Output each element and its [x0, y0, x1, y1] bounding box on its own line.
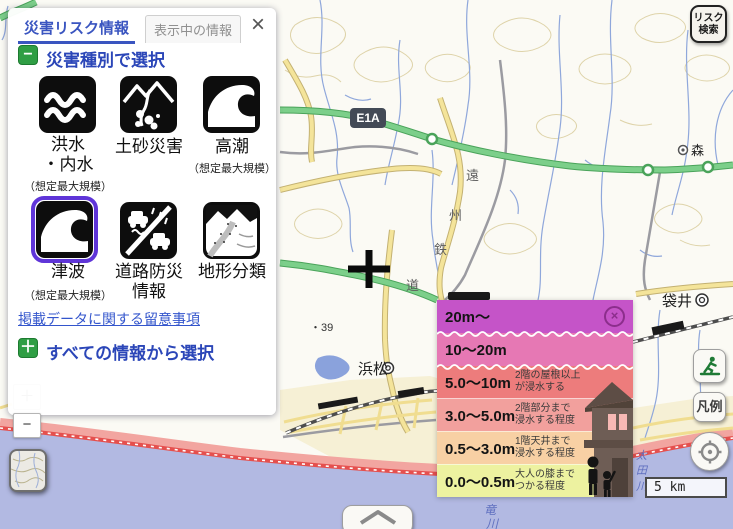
chevron-up-icon — [353, 506, 403, 528]
expressway-badge: E1A — [350, 108, 386, 128]
minimap-thumbnail — [11, 451, 45, 490]
app-window: E1A 浜松 袋井 森 ・39 遠 州 鉄 道 — [0, 0, 733, 529]
risk-search-label: リスク — [692, 13, 725, 25]
legend-desc: 1階天井まで浸水する程度 — [515, 436, 575, 460]
elevation-point-label: ・39 — [310, 322, 333, 334]
svg-text:浜松: 浜松 — [358, 361, 388, 378]
legend-desc: 大人の膝までつかる程度 — [515, 469, 575, 493]
legend-range: 20m～ — [445, 306, 490, 327]
storm-surge-icon — [203, 76, 260, 133]
storm-surge-note: （想定最大規模） — [184, 160, 280, 176]
svg-text:竜: 竜 — [484, 503, 498, 517]
legend-toggle-button[interactable]: 凡例 — [693, 392, 726, 422]
tsunami-label: 津波 — [27, 262, 109, 282]
legend-close-icon[interactable]: × — [604, 306, 625, 327]
landslide-icon — [120, 76, 177, 133]
flood-label: 洪水 ・内水 — [27, 135, 109, 175]
close-icon[interactable]: × — [251, 12, 265, 38]
terrain-class-button[interactable] — [203, 202, 260, 259]
legend-desc: 2階の屋根以上が浸水する — [515, 370, 581, 394]
wave-separator — [437, 363, 633, 370]
legend-range: 0.5～3.0m — [445, 438, 515, 459]
wave-separator — [437, 330, 633, 337]
legend-range: 10～20m — [445, 339, 507, 360]
tsunami-hazard-button[interactable] — [36, 201, 93, 258]
flood-depth-house-illustration — [578, 372, 633, 497]
flood-icon — [39, 76, 96, 133]
tsunami-note: （想定最大規模） — [20, 287, 116, 303]
svg-text:遠: 遠 — [466, 168, 479, 183]
overview-minimap-button[interactable] — [9, 449, 47, 492]
compass-target-icon — [697, 439, 723, 465]
disaster-risk-panel: 災害リスク情報 表示中の情報 × − 災害種別で選択 — [8, 8, 276, 415]
tab-disaster-risk-info[interactable]: 災害リスク情報 — [18, 13, 135, 44]
storm-surge-hazard-button[interactable] — [203, 76, 260, 133]
road-disaster-button[interactable] — [120, 202, 177, 259]
evacuation-site-button[interactable] — [693, 349, 726, 383]
legend-range: 5.0～10m — [445, 372, 511, 393]
terrain-classification-icon — [203, 202, 260, 259]
tsunami-depth-legend: × 20m～ 10～20m 5.0～10m 2階の屋根以上が浸水する 3.0～5… — [437, 300, 633, 497]
legend-range: 0.0～0.5m — [445, 471, 515, 492]
expand-plus-icon[interactable]: ＋ — [18, 338, 38, 358]
running-person-icon — [698, 354, 722, 378]
flood-hazard-button[interactable] — [39, 76, 96, 133]
legend-range: 3.0～5.0m — [445, 405, 515, 426]
svg-text:森: 森 — [691, 143, 704, 158]
landslide-label: 土砂災害 — [108, 137, 190, 157]
road-disaster-icon — [120, 202, 177, 259]
zoom-out-button[interactable]: − — [13, 413, 41, 438]
flood-note: （想定最大規模） — [20, 178, 116, 194]
svg-text:袋井: 袋井 — [662, 293, 692, 310]
section-title-by-type: 災害種別で選択 — [46, 46, 165, 71]
data-notes-link[interactable]: 掲載データに関する留意事項 — [18, 309, 200, 329]
legend-desc: 2階部分まで浸水する程度 — [515, 403, 575, 427]
svg-text:川: 川 — [486, 517, 500, 529]
landslide-hazard-button[interactable] — [120, 76, 177, 133]
svg-text:E1A: E1A — [356, 111, 380, 125]
risk-search-label: 検索 — [692, 25, 725, 37]
scale-bar: 5 km — [645, 477, 727, 498]
svg-text:州: 州 — [449, 208, 462, 223]
legend-row: 10～20m — [437, 333, 633, 366]
terrain-class-label: 地形分類 — [191, 262, 273, 282]
section-title-all-info: すべての情報から選択 — [46, 339, 214, 364]
svg-text:鉄: 鉄 — [434, 242, 447, 257]
collapse-bottom-bar-button[interactable] — [342, 505, 413, 529]
current-location-button[interactable] — [690, 432, 729, 471]
svg-text:太: 太 — [636, 449, 648, 462]
tsunami-icon — [36, 201, 93, 258]
storm-surge-label: 高潮 — [191, 137, 273, 157]
svg-text:道: 道 — [406, 278, 419, 293]
collapse-minus-icon[interactable]: − — [18, 45, 38, 65]
tab-displayed-info[interactable]: 表示中の情報 — [145, 15, 241, 43]
road-disaster-label: 道路防災 情報 — [108, 262, 190, 302]
risk-search-button[interactable]: リスク 検索 — [690, 5, 727, 43]
